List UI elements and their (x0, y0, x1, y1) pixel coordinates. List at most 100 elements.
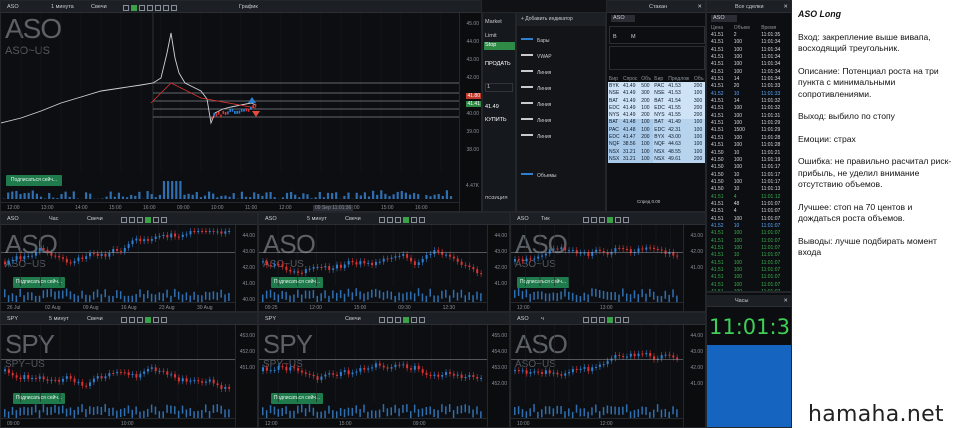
crosshair-icon[interactable] (591, 217, 597, 223)
indicator-item[interactable]: Линия (517, 131, 605, 144)
indicator-item[interactable]: VWAP (517, 51, 605, 64)
hand-icon[interactable] (607, 317, 613, 323)
crosshair-icon[interactable] (387, 217, 393, 223)
time-sales-symbol[interactable]: ASO (711, 15, 737, 22)
style-select[interactable]: Свечи (345, 316, 361, 322)
crosshair-icon[interactable] (129, 217, 135, 223)
level2-row[interactable]: BAT 41.48 100 BAT 41.49 100 (608, 118, 705, 127)
line-tool-icon[interactable] (615, 217, 621, 223)
cursor-icon[interactable] (121, 317, 127, 323)
order-type-market[interactable]: Market (485, 19, 502, 25)
level2-row[interactable]: NSX 31.21 100 NSX 48.55 100 (608, 147, 705, 156)
line-tool-icon[interactable] (411, 317, 417, 323)
drawing-tools[interactable] (123, 4, 179, 12)
mini-price-chart[interactable] (511, 325, 685, 420)
interval-select[interactable]: 5 минут (49, 316, 69, 322)
level2-row[interactable]: BYK 41.49 500 PAC 41.53 200 (608, 82, 705, 90)
symbol-field[interactable]: SPY (7, 316, 18, 322)
hand-icon[interactable] (607, 217, 613, 223)
order-type-stop[interactable]: Stop (484, 42, 515, 50)
symbol-field[interactable]: SPY (265, 316, 276, 322)
symbol-field[interactable]: ASO (265, 216, 277, 222)
sell-button[interactable]: ПРОДАТЬ (485, 61, 511, 67)
symbol-field[interactable]: ASO (7, 4, 19, 10)
hand-icon[interactable] (145, 217, 151, 223)
hand-icon[interactable] (403, 317, 409, 323)
level2-row[interactable]: PAC 41.48 100 EDC 42.31 100 (608, 126, 705, 134)
style-select[interactable]: Свечи (345, 216, 361, 222)
hand-icon[interactable] (147, 5, 153, 11)
settings-icon[interactable] (171, 5, 177, 11)
mini-price-chart[interactable] (259, 225, 489, 304)
pen-icon[interactable] (161, 317, 167, 323)
drawing-tools[interactable] (379, 216, 427, 224)
style-select[interactable]: Свечи (87, 316, 103, 322)
indicator-item[interactable]: Объемы (517, 170, 605, 183)
indicator-item[interactable]: Линия (517, 83, 605, 96)
buy-button[interactable]: КУПИТЬ (485, 117, 507, 123)
level2-row[interactable]: NSX 31.21 100 NSX 49.61 200 (608, 155, 705, 163)
level2-row[interactable]: EDC 41.47 200 BYX 43.00 100 (608, 133, 705, 141)
level2-m-button[interactable]: M (631, 34, 636, 40)
drawing-tools[interactable] (121, 316, 169, 324)
mini-price-chart[interactable] (1, 325, 237, 420)
cursor-icon[interactable] (123, 5, 129, 11)
line-tool-icon[interactable] (411, 217, 417, 223)
drawing-tools[interactable] (121, 216, 169, 224)
interval-select[interactable]: ч (541, 316, 544, 322)
interval-select[interactable]: Час (49, 216, 58, 222)
indicator-item[interactable]: Линия (517, 115, 605, 128)
level2-symbol[interactable]: ASO (611, 15, 635, 22)
level2-row[interactable]: NYS 41.49 200 NYS 41.55 200 (608, 111, 705, 119)
style-select[interactable]: Свечи (87, 216, 103, 222)
pen-icon[interactable] (163, 5, 169, 11)
interval-select[interactable]: 1 минута (51, 4, 74, 10)
qty-input[interactable]: 1 (485, 83, 513, 92)
close-icon[interactable]: ✕ (783, 4, 788, 10)
drawing-tools[interactable] (379, 316, 427, 324)
zoom-icon[interactable] (137, 317, 143, 323)
symbol-field[interactable]: ASO (517, 316, 529, 322)
crosshair-icon[interactable] (129, 317, 135, 323)
indicator-item[interactable]: Бары (517, 35, 605, 48)
pen-icon[interactable] (161, 217, 167, 223)
mini-price-chart[interactable] (511, 225, 685, 304)
interval-select[interactable]: 5 минут (307, 216, 327, 222)
zoom-icon[interactable] (599, 217, 605, 223)
line-tool-icon[interactable] (153, 217, 159, 223)
line-tool-icon[interactable] (615, 317, 621, 323)
cursor-icon[interactable] (583, 217, 589, 223)
main-price-chart[interactable] (1, 13, 461, 199)
zoom-icon[interactable] (137, 217, 143, 223)
interval-select[interactable]: Тик (541, 216, 550, 222)
symbol-field[interactable]: ASO (7, 216, 19, 222)
line-tool-icon[interactable] (155, 5, 161, 11)
level2-row[interactable]: EDC 41.49 100 EDC 41.55 200 (608, 104, 705, 112)
level2-b-button[interactable]: B (613, 34, 617, 40)
cursor-icon[interactable] (379, 217, 385, 223)
close-icon[interactable]: ✕ (783, 298, 788, 304)
level2-row[interactable]: NQF 38.56 100 NQF 44.63 100 (608, 140, 705, 148)
cursor-icon[interactable] (379, 317, 385, 323)
zoom-icon[interactable] (139, 5, 145, 11)
zoom-icon[interactable] (395, 317, 401, 323)
level2-row[interactable]: NSE 41.49 300 NSE 41.53 100 (608, 89, 705, 97)
cursor-icon[interactable] (583, 317, 589, 323)
style-select[interactable]: Свечи (91, 4, 107, 10)
order-type-limit[interactable]: Limit (485, 33, 497, 39)
add-indicator-button[interactable]: + Добавить индикатор (517, 13, 605, 26)
line-tool-icon[interactable] (153, 317, 159, 323)
symbol-field[interactable]: ASO (517, 216, 529, 222)
level2-row[interactable]: BAT 41.49 200 BAT 41.54 300 (608, 96, 705, 105)
drawing-tools[interactable] (583, 316, 631, 324)
zoom-icon[interactable] (395, 217, 401, 223)
pen-icon[interactable] (419, 217, 425, 223)
pen-icon[interactable] (419, 317, 425, 323)
crosshair-icon[interactable] (131, 5, 137, 11)
crosshair-icon[interactable] (387, 317, 393, 323)
close-icon[interactable]: ✕ (697, 4, 702, 10)
mini-price-chart[interactable] (1, 225, 237, 304)
pen-icon[interactable] (623, 217, 629, 223)
crosshair-icon[interactable] (591, 317, 597, 323)
indicator-item[interactable]: Линия (517, 99, 605, 112)
